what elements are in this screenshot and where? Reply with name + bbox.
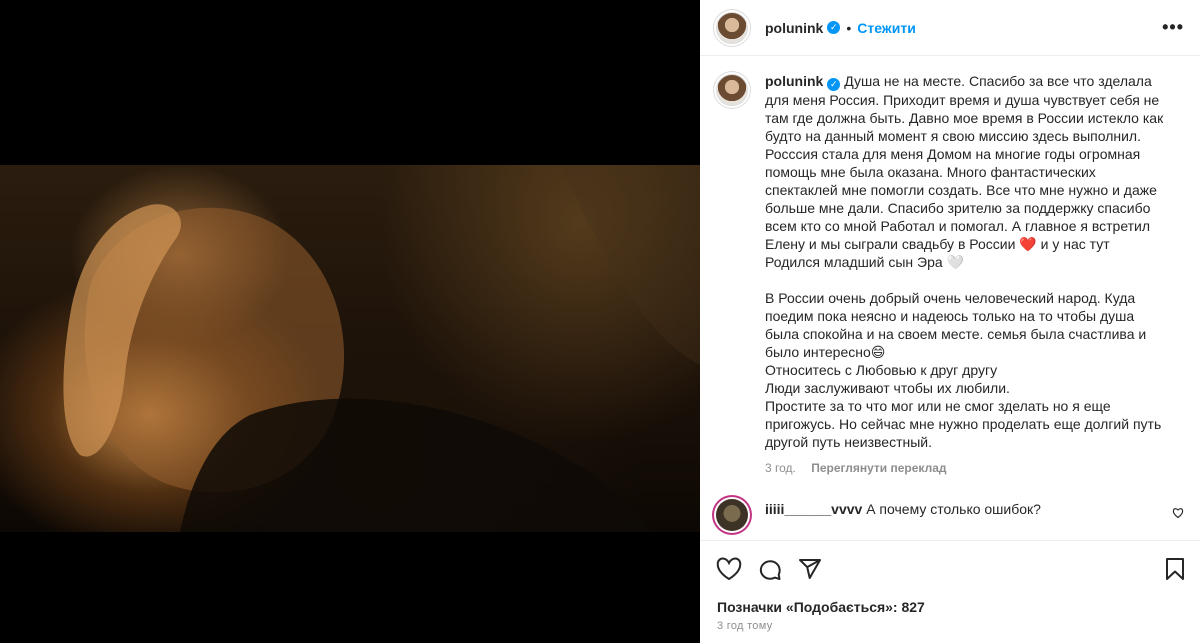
- comment-icon[interactable]: [758, 557, 782, 581]
- caption: polunink ✓ Душа не на месте. Спасибо за в…: [765, 72, 1165, 451]
- share-icon[interactable]: [798, 557, 822, 581]
- post-header: polunink ✓ • Стежити •••: [700, 0, 1200, 56]
- caption-age[interactable]: 3 год.: [765, 461, 796, 475]
- caption-body: polunink ✓ Душа не на месте. Спасибо за в…: [765, 72, 1165, 475]
- caption-text: Душа не на месте. Спасибо за все что зде…: [765, 73, 1164, 450]
- post-side-panel: polunink ✓ • Стежити ••• polunink ✓ Душа …: [700, 0, 1200, 643]
- post-timestamp[interactable]: 3 год тому: [717, 620, 773, 632]
- comment-like-heart-icon[interactable]: [1172, 507, 1184, 519]
- separator-dot: •: [846, 19, 852, 36]
- follow-button[interactable]: Стежити: [857, 20, 916, 36]
- comment-body: А почему столько ошибок?: [866, 500, 1041, 517]
- action-bar: [716, 557, 822, 581]
- verified-badge-icon: ✓: [827, 77, 841, 91]
- caption-avatar[interactable]: [716, 74, 748, 106]
- see-translation-button[interactable]: Переглянути переклад: [811, 461, 946, 475]
- likes-count[interactable]: Позначки «Подобається»: 827: [717, 599, 925, 615]
- comment-text: iiiii______vvvv А почему столько ошибок?: [765, 500, 1041, 518]
- caption-row: polunink ✓ Душа не на месте. Спасибо за в…: [716, 72, 1184, 475]
- comment-item: iiiii______vvvv А почему столько ошибок?: [716, 498, 1184, 531]
- post-media[interactable]: [0, 0, 700, 643]
- caption-username[interactable]: polunink: [765, 73, 823, 89]
- actions-section: Позначки «Подобається»: 827 3 год тому: [700, 540, 1200, 643]
- post-photo: [0, 165, 700, 532]
- author-username[interactable]: polunink: [765, 20, 823, 36]
- bookmark-icon[interactable]: [1164, 557, 1186, 581]
- commenter-username[interactable]: iiiii______vvvv: [765, 501, 862, 517]
- comments-area[interactable]: polunink ✓ Душа не на месте. Спасибо за в…: [700, 56, 1200, 540]
- more-options-icon[interactable]: •••: [1162, 17, 1184, 38]
- verified-badge-icon: ✓: [827, 21, 841, 34]
- author-avatar[interactable]: [716, 11, 748, 44]
- heart-icon[interactable]: [716, 557, 742, 581]
- commenter-avatar[interactable]: [716, 498, 748, 531]
- caption-meta: 3 год. Переглянути переклад: [765, 461, 1165, 475]
